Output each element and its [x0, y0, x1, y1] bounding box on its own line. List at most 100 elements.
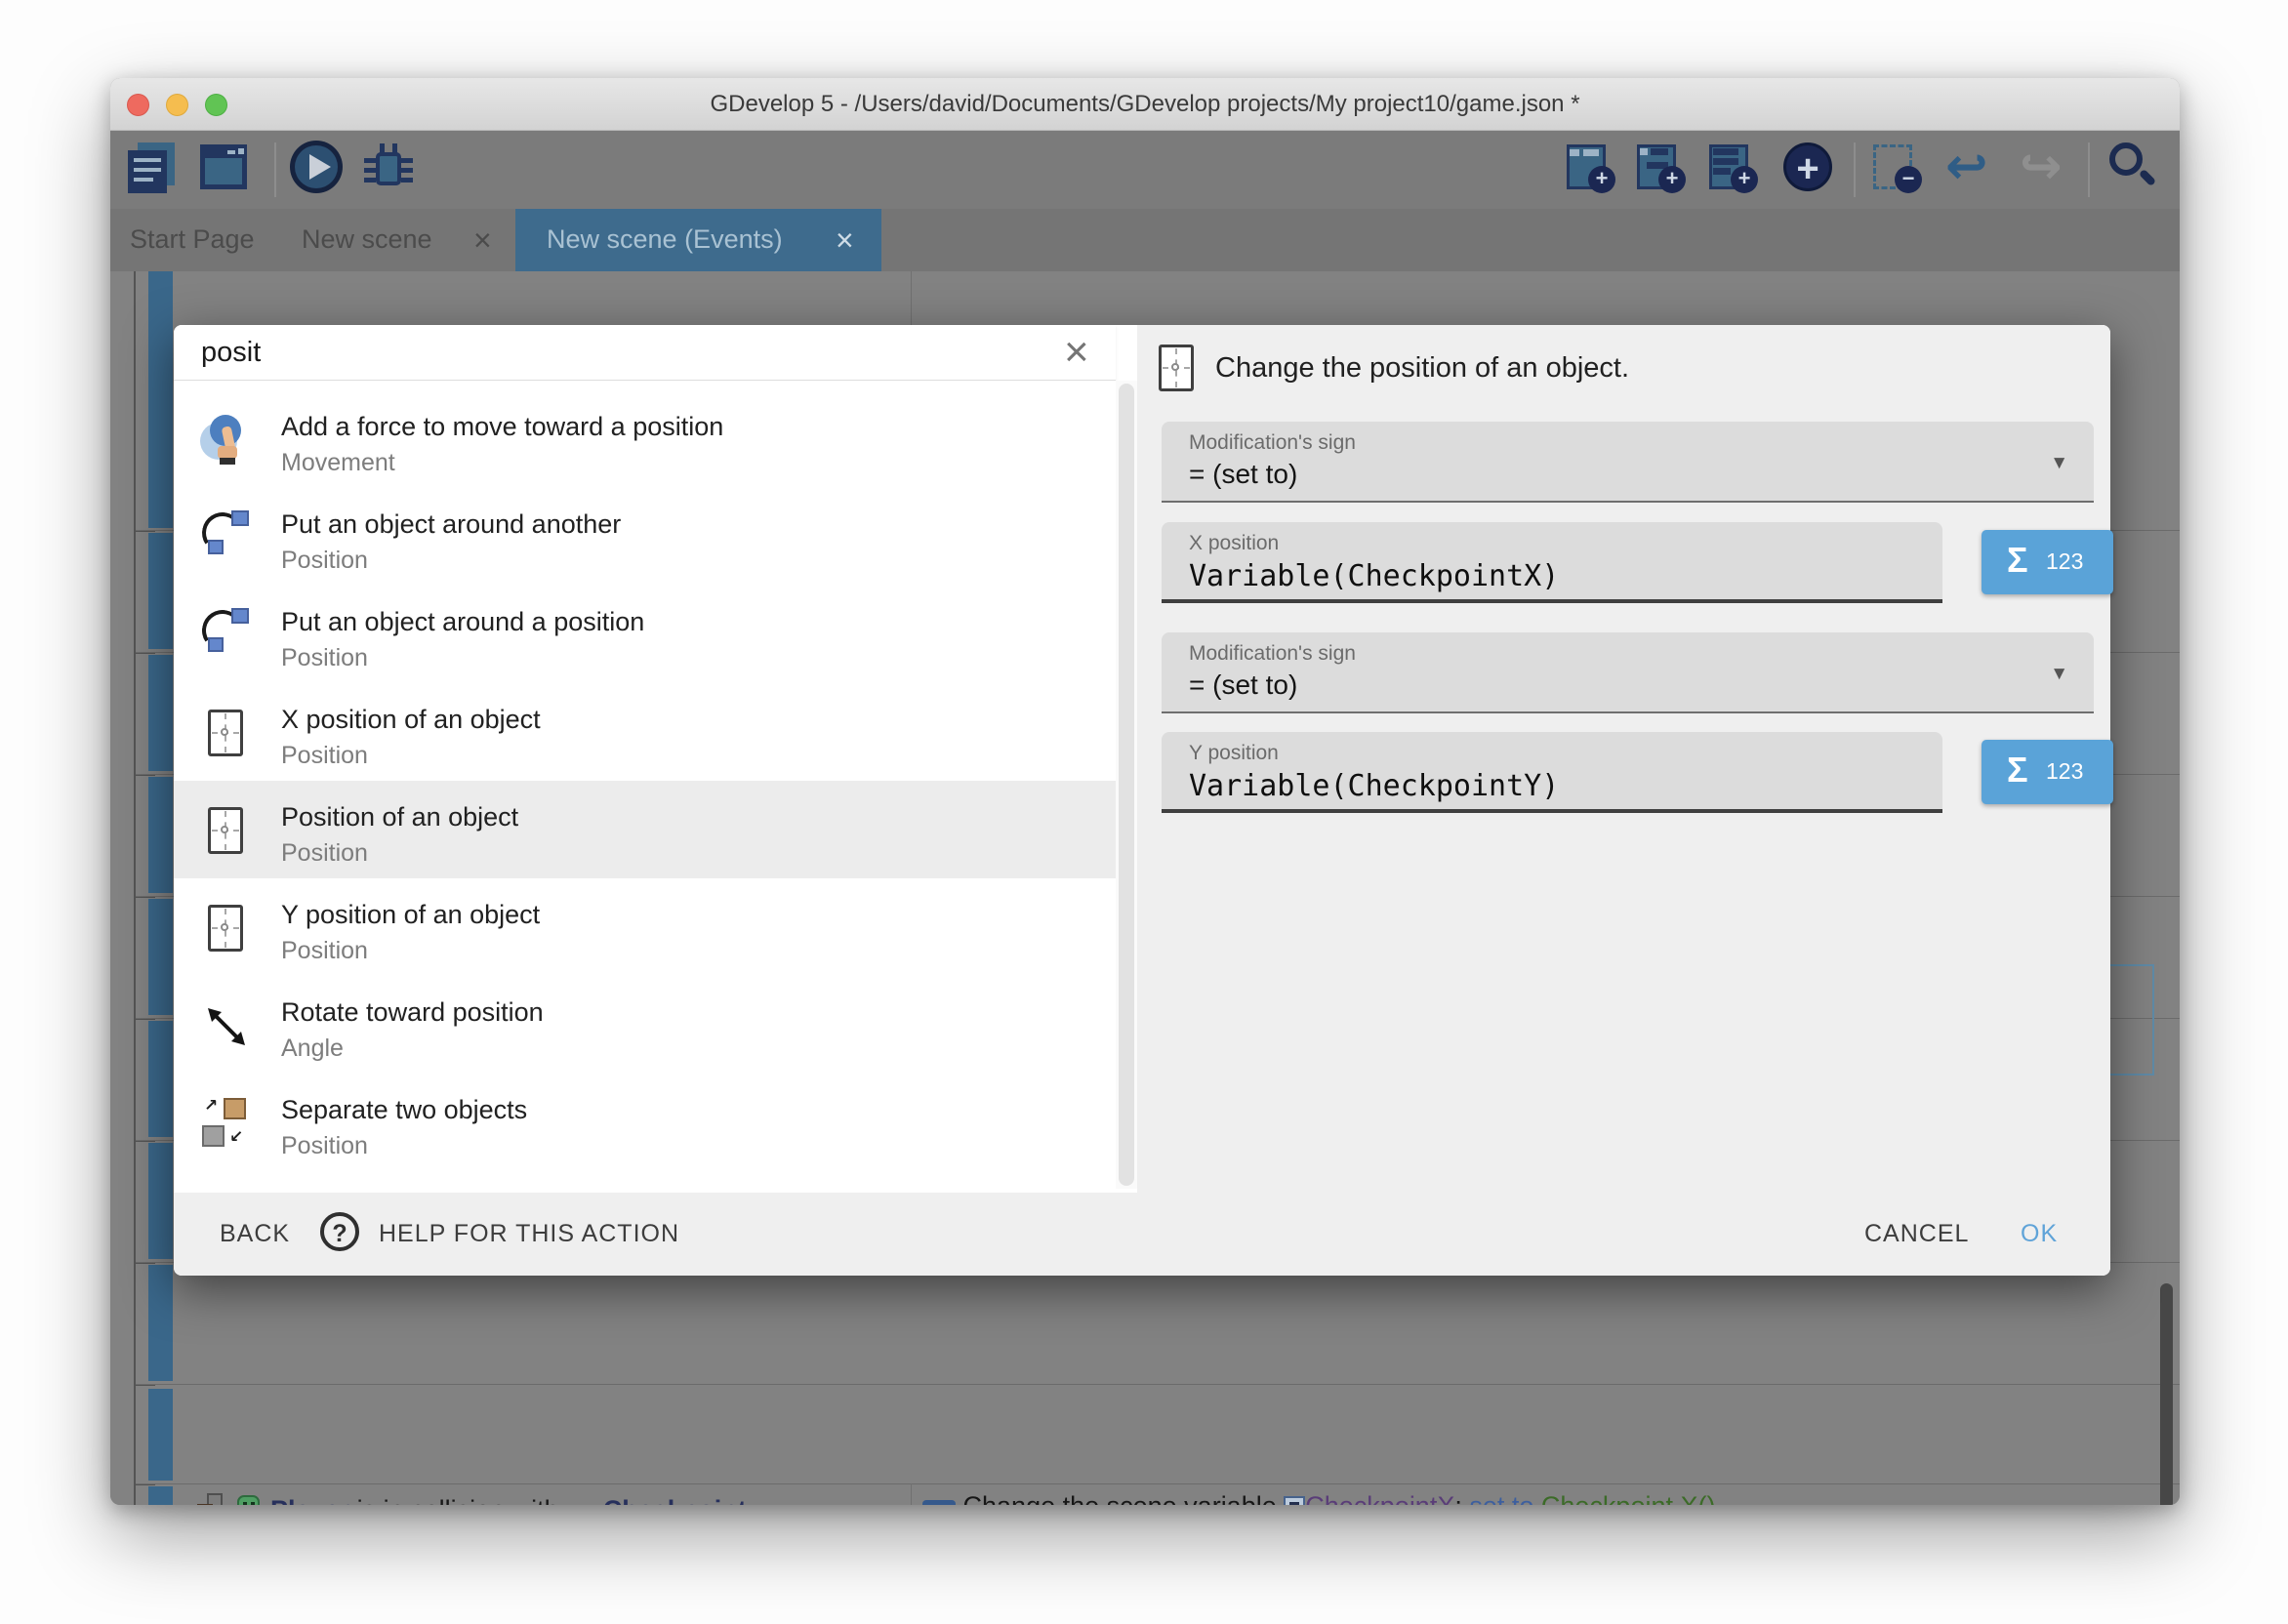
toolbar-separator [274, 142, 276, 197]
search-events-button[interactable] [2105, 139, 2162, 199]
event-selection-bar[interactable] [148, 777, 173, 893]
movement-icon [200, 413, 255, 467]
field-label: Modification's sign [1189, 431, 1356, 455]
action-text: Change the scene variable [963, 1491, 1285, 1505]
field-value: = (set to) [1189, 670, 1297, 701]
tab-label: Start Page [130, 224, 255, 255]
result-row[interactable]: Y position of an object Position [174, 878, 1116, 976]
action-row[interactable]: Var Change the scene variable Checkpoint… [922, 1491, 1715, 1505]
object-link[interactable]: Checkpoint [603, 1495, 747, 1505]
project-manager-button[interactable] [124, 139, 181, 199]
result-title: Position of an object [281, 802, 518, 832]
delete-selection-button[interactable]: − [1869, 139, 1926, 199]
result-category: Movement [281, 449, 395, 477]
result-row[interactable]: ↗ ↙ Separate two objects Position [174, 1074, 1116, 1171]
condition-text: is in collision with [349, 1495, 566, 1505]
tab-start-page[interactable]: Start Page [110, 209, 286, 271]
x-position-input[interactable]: X position Variable(CheckpointX) [1162, 522, 1942, 603]
expression-label: 123 [2046, 758, 2083, 785]
result-row[interactable]: X position of an object Position [174, 683, 1116, 781]
redo-button[interactable]: ↪ [2018, 139, 2074, 199]
arrow-sw-icon: ↙ [229, 1127, 243, 1147]
sigma-icon: Σ [2007, 750, 2028, 791]
add-comment-button[interactable]: + [1705, 139, 1762, 199]
result-title: X position of an object [281, 705, 541, 735]
back-button[interactable]: BACK [220, 1220, 290, 1248]
add-event-button[interactable]: + [1563, 139, 1619, 199]
tab-label: New scene [302, 224, 432, 255]
help-button[interactable]: HELP FOR THIS ACTION [379, 1220, 679, 1248]
event-selection-bar[interactable] [148, 1265, 173, 1381]
position-icon [208, 807, 243, 854]
toolbar-separator [2088, 142, 2090, 197]
result-category: Position [281, 742, 368, 770]
result-title: Separate two objects [281, 1095, 527, 1125]
event-selection-bar[interactable] [148, 899, 173, 1015]
result-row[interactable]: Rotate toward position Angle [174, 976, 1116, 1074]
operator-text: set to [1469, 1491, 1541, 1505]
result-title: Y position of an object [281, 900, 540, 930]
close-tab-icon[interactable]: × [473, 223, 492, 259]
choose-add-button[interactable]: + [1781, 139, 1838, 199]
field-value: Variable(CheckpointX) [1189, 559, 1559, 593]
play-preview-button[interactable] [290, 139, 347, 199]
tab-new-scene-events[interactable]: New scene (Events) × [515, 209, 881, 271]
toolbar: + + + [110, 131, 2180, 209]
event-selection-bar[interactable] [148, 1021, 173, 1137]
results-scrollbar[interactable] [1119, 384, 1134, 1186]
sigma-icon: Σ [2007, 540, 2028, 581]
action-title: Change the position of an object. [1215, 352, 1629, 385]
scene-editor-button[interactable] [196, 139, 253, 199]
modification-sign-select[interactable]: Modification's sign = (set to) ▼ [1162, 422, 2094, 503]
tab-new-scene[interactable]: New scene × [286, 209, 515, 271]
result-category: Position [281, 644, 368, 672]
variable-badge-icon: Var [922, 1500, 956, 1505]
object-link[interactable]: Player [270, 1495, 349, 1505]
result-category: Position [281, 839, 368, 868]
x-expression-button[interactable]: Σ 123 [1982, 530, 2113, 594]
result-row[interactable]: Put an object around another Position [174, 488, 1116, 586]
position-icon [1159, 345, 1194, 391]
field-value: Variable(CheckpointY) [1189, 769, 1559, 803]
chevron-down-icon: ▼ [2050, 453, 2068, 474]
condition-row[interactable]: Player is in collision with Checkpoint [195, 1493, 747, 1505]
result-title: Put an object around another [281, 509, 621, 540]
separate-objects-icon: ↗ ↙ [200, 1096, 255, 1151]
result-row[interactable]: Put an object around a position Position [174, 586, 1116, 683]
result-category: Angle [281, 1035, 344, 1063]
collision-icon [195, 1493, 226, 1505]
result-category: Position [281, 937, 368, 965]
clear-search-icon[interactable]: × [1064, 327, 1089, 378]
expression-text: Checkpoint.X() [1541, 1491, 1716, 1505]
help-icon[interactable]: ? [320, 1212, 359, 1251]
ok-button[interactable]: OK [2021, 1220, 2058, 1248]
conditions-actions-divider [911, 1483, 912, 1505]
modification-sign-select[interactable]: Modification's sign = (set to) ▼ [1162, 632, 2094, 713]
field-label: X position [1189, 532, 1279, 555]
event-selection-bar[interactable] [148, 655, 173, 771]
chevron-down-icon: ▼ [2050, 664, 2068, 685]
event-selection-bar[interactable] [148, 271, 173, 528]
variable-value-icon [1284, 1496, 1305, 1505]
field-label: Y position [1189, 742, 1279, 765]
close-tab-icon[interactable]: × [836, 223, 854, 259]
action-search-input[interactable] [201, 333, 1031, 372]
event-selection-bar[interactable] [148, 1486, 173, 1505]
y-expression-button[interactable]: Σ 123 [1982, 740, 2113, 804]
dialog-footer: BACK ? HELP FOR THIS ACTION CANCEL OK [174, 1193, 2110, 1276]
toolbar-separator [1854, 142, 1856, 197]
cancel-button[interactable]: CANCEL [1864, 1220, 1969, 1248]
event-selection-bar[interactable] [148, 1143, 173, 1259]
result-row[interactable]: Add a force to move toward a position Mo… [174, 390, 1116, 488]
event-selection-bar[interactable] [148, 533, 173, 649]
event-selection-bar[interactable] [148, 1389, 173, 1481]
events-scrollbar[interactable] [2160, 1283, 2173, 1505]
window-title: GDevelop 5 - /Users/david/Documents/GDev… [110, 91, 2180, 118]
put-around-icon [200, 510, 255, 565]
result-row-selected[interactable]: Position of an object Position [174, 781, 1116, 878]
rotate-icon [204, 1004, 249, 1049]
debug-button[interactable] [360, 139, 417, 199]
undo-button[interactable]: ↩ [1943, 139, 2000, 199]
y-position-input[interactable]: Y position Variable(CheckpointY) [1162, 732, 1942, 813]
add-subevent-button[interactable]: + [1633, 139, 1690, 199]
